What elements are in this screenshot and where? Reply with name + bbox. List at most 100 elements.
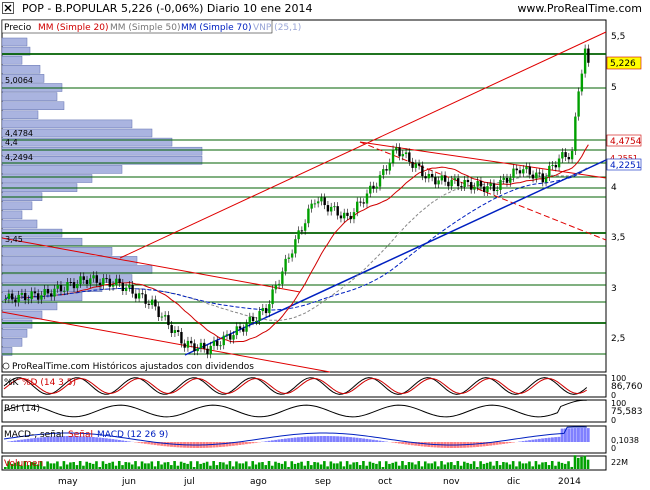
- volume-bar: [349, 464, 352, 469]
- volume-bar: [433, 461, 437, 469]
- macd-bar: [267, 440, 271, 442]
- candle-body: [326, 205, 330, 212]
- candle-body: [378, 175, 382, 187]
- volume-bar: [189, 461, 193, 469]
- macd-bar: [534, 439, 538, 442]
- candle-body: [535, 172, 538, 179]
- legend-mm20: MM (Simple 20): [38, 23, 108, 33]
- candle-body: [10, 293, 14, 300]
- volume-bar: [114, 465, 118, 469]
- candle-body: [570, 150, 574, 160]
- candle-body: [365, 193, 369, 204]
- macd-bar: [349, 437, 353, 442]
- volume-bar: [176, 465, 180, 469]
- macd-bar: [476, 442, 479, 447]
- candle-body: [167, 315, 170, 326]
- candle-body: [356, 201, 359, 213]
- candle-body: [538, 172, 541, 174]
- volume-bar: [557, 461, 561, 469]
- legend-precio: Precio: [4, 23, 32, 33]
- volume-bar: [466, 462, 469, 469]
- candle-body: [489, 183, 492, 187]
- volume-bar: [492, 465, 495, 469]
- volume-bar: [297, 462, 300, 469]
- volume-bar: [423, 461, 427, 469]
- candle-body: [567, 156, 571, 160]
- volume-bar: [290, 461, 294, 469]
- candle-body: [333, 206, 336, 208]
- macd-bar: [264, 441, 268, 442]
- candle-body: [492, 183, 496, 192]
- candle-body: [66, 282, 69, 291]
- volume-bar: [241, 463, 245, 469]
- macd-bar: [310, 436, 313, 442]
- volume-bar: [130, 464, 134, 469]
- candle-body: [144, 294, 147, 304]
- profile-bar: [1, 110, 39, 120]
- candle-body: [401, 154, 405, 157]
- candle-body: [557, 158, 561, 168]
- candle-body: [189, 340, 193, 344]
- candle-body: [329, 206, 333, 212]
- volume-bar: [576, 457, 580, 469]
- candle-body: [271, 289, 274, 305]
- profile-bar: [1, 274, 133, 283]
- macd-bar: [358, 438, 362, 442]
- volume-bar: [225, 464, 228, 469]
- candle-body: [531, 174, 535, 179]
- price-panel: [1, 19, 607, 373]
- macd-bar: [332, 436, 336, 442]
- candle-body: [261, 308, 265, 312]
- volume-bar: [72, 462, 75, 469]
- volume-bar: [329, 461, 333, 469]
- candle-body: [111, 285, 115, 287]
- volume-bar: [310, 465, 313, 469]
- macd-bar: [528, 440, 532, 442]
- volume-bar: [547, 465, 551, 469]
- candle-body: [14, 299, 17, 303]
- candle-body: [580, 73, 584, 92]
- volume-bar: [472, 461, 476, 469]
- macd-bar: [531, 439, 535, 442]
- candle-body: [525, 166, 528, 170]
- candle-body: [199, 342, 203, 349]
- candle-body: [82, 276, 85, 280]
- profile-bar: [1, 165, 123, 174]
- volume-bar: [397, 465, 401, 469]
- macd-bar: [339, 436, 343, 442]
- candle-body: [323, 197, 326, 206]
- candle-body: [505, 177, 509, 183]
- candle-body: [121, 283, 125, 292]
- candle-body: [574, 116, 577, 151]
- month-label: dic: [507, 477, 520, 487]
- volume-bar: [482, 463, 486, 469]
- candle-body: [131, 285, 134, 294]
- volume-bar: [46, 461, 49, 469]
- macd-bar: [147, 442, 151, 445]
- candle-body: [284, 258, 287, 272]
- candle-body: [53, 288, 56, 297]
- volume-bar: [277, 462, 281, 469]
- macd-bar: [550, 437, 554, 442]
- volume-bar: [238, 463, 242, 469]
- macd-bar: [287, 438, 291, 442]
- candle-body: [141, 293, 144, 295]
- volume-bar: [244, 461, 248, 469]
- profile-bar: [1, 65, 41, 74]
- volume-bar: [485, 462, 489, 469]
- price-tick: 3,5: [611, 233, 625, 243]
- candle-body: [343, 212, 346, 219]
- volume-bar: [368, 461, 372, 469]
- macd-bar: [511, 442, 515, 443]
- macd-bar: [345, 436, 349, 442]
- macd-bar: [573, 428, 577, 442]
- macd-bar: [218, 442, 222, 448]
- price-tick: 5: [611, 83, 617, 93]
- macd-bar: [495, 442, 499, 445]
- volume-bar: [127, 462, 131, 469]
- macd-bar: [498, 442, 502, 445]
- stoch-label: %K: [4, 378, 20, 388]
- candle-body: [287, 257, 291, 259]
- candle-body: [36, 293, 40, 300]
- macd-bar: [336, 436, 339, 442]
